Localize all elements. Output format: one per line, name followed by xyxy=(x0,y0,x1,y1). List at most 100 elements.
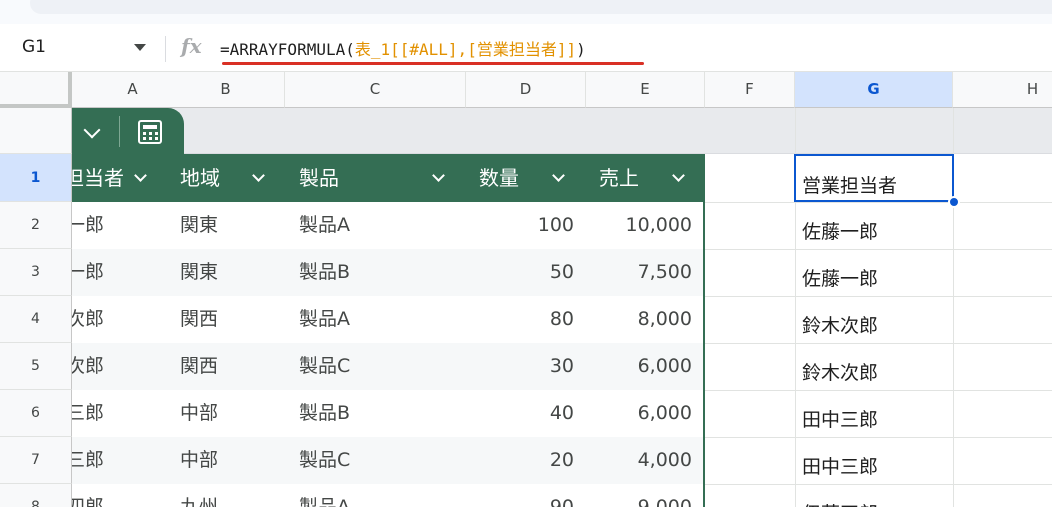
table-cell-sales[interactable]: 8,000 xyxy=(586,296,692,343)
cell-g2[interactable]: 佐藤一郎 xyxy=(796,202,953,249)
table-cell-sales-rep[interactable]: 次郎 xyxy=(72,343,104,390)
formula-divider xyxy=(165,36,166,62)
cell-g7[interactable]: 田中三郎 xyxy=(796,437,953,484)
calculator-key xyxy=(149,132,152,135)
row-header-7[interactable]: 7 xyxy=(0,437,72,484)
formula-input[interactable]: =ARRAYFORMULA(表_1[[#ALL],[営業担当者]]) xyxy=(220,36,586,60)
table-cell-sales-rep[interactable]: 四郎 xyxy=(72,484,104,507)
formula-suffix: ) xyxy=(576,40,586,59)
select-all-corner[interactable] xyxy=(0,72,72,108)
highlight-underline xyxy=(222,62,644,65)
table-cell-product[interactable]: 製品B xyxy=(299,390,350,437)
table-row: 次郎 関西 製品A 80 8,000 xyxy=(72,296,703,343)
table-control-tab xyxy=(72,108,184,155)
formula-bar: G1 fx =ARRAYFORMULA(表_1[[#ALL],[営業担当者]]) xyxy=(0,24,1052,72)
table-cell-region[interactable]: 中部 xyxy=(180,437,218,484)
table-header-region[interactable]: 地域 xyxy=(180,154,220,202)
table-cell-quantity[interactable]: 90 xyxy=(466,484,574,507)
table-cell-sales-rep[interactable]: 次郎 xyxy=(72,296,104,343)
table-cell-sales[interactable]: 9,000 xyxy=(586,484,692,507)
row-header-5[interactable]: 5 xyxy=(0,343,72,390)
name-box-ref: G1 xyxy=(22,37,46,57)
calculator-key xyxy=(143,137,146,140)
chevron-down-icon[interactable] xyxy=(252,169,265,182)
row-header-2[interactable]: 2 xyxy=(0,202,72,249)
table-row: 三郎 中部 製品C 20 4,000 xyxy=(72,437,703,484)
selected-cell-outline xyxy=(794,154,954,202)
data-table: 担当者 地域 製品 数量 売上 一郎 関東 製品A 100 10,000 一郎 … xyxy=(72,154,705,507)
calculator-key xyxy=(143,132,146,135)
tab-divider xyxy=(119,116,120,147)
row-header-8[interactable]: 8 xyxy=(0,484,72,507)
table-cell-sales-rep[interactable]: 一郎 xyxy=(72,249,104,296)
column-header-d[interactable]: D xyxy=(466,72,586,108)
column-header-f[interactable]: F xyxy=(705,72,795,108)
table-header-quantity[interactable]: 数量 xyxy=(479,154,519,202)
table-cell-region[interactable]: 関西 xyxy=(180,343,218,390)
column-header-e[interactable]: E xyxy=(586,72,705,108)
chevron-down-icon[interactable] xyxy=(672,169,685,182)
table-cell-quantity[interactable]: 80 xyxy=(466,296,574,343)
chevron-down-icon[interactable] xyxy=(432,169,445,182)
cell-g5[interactable]: 鈴木次郎 xyxy=(796,343,953,390)
cell-g8[interactable]: 伊藤四郎 xyxy=(796,484,953,507)
table-header-sales[interactable]: 売上 xyxy=(599,154,639,202)
table-cell-quantity[interactable]: 50 xyxy=(466,249,574,296)
table-cell-region[interactable]: 関東 xyxy=(180,202,218,249)
table-cell-product[interactable]: 製品A xyxy=(299,202,350,249)
formula-prefix: =ARRAYFORMULA( xyxy=(220,40,355,59)
table-cell-product[interactable]: 製品B xyxy=(299,249,350,296)
column-header-h[interactable]: H xyxy=(953,72,1052,108)
toolbar-pill xyxy=(30,0,1052,14)
column-header-c[interactable]: C xyxy=(285,72,466,108)
chevron-down-icon[interactable] xyxy=(552,169,565,182)
table-row: 四郎 九州 製品A 90 9,000 xyxy=(72,484,703,507)
table-cell-region[interactable]: 九州 xyxy=(180,484,218,507)
table-cell-sales[interactable]: 6,000 xyxy=(586,390,692,437)
chevron-down-icon[interactable] xyxy=(134,169,147,182)
calculator-key xyxy=(155,132,158,135)
row-header-3[interactable]: 3 xyxy=(0,249,72,296)
table-row: 三郎 中部 製品B 40 6,000 xyxy=(72,390,703,437)
chevron-down-icon[interactable] xyxy=(134,44,146,51)
table-cell-product[interactable]: 製品C xyxy=(299,343,350,390)
table-cell-region[interactable]: 中部 xyxy=(180,390,218,437)
table-cell-quantity[interactable]: 40 xyxy=(466,390,574,437)
row-header-blank xyxy=(0,108,72,154)
table-cell-sales[interactable]: 6,000 xyxy=(586,343,692,390)
table-row: 一郎 関東 製品B 50 7,500 xyxy=(72,249,703,296)
table-cell-sales[interactable]: 4,000 xyxy=(586,437,692,484)
row-header-4[interactable]: 4 xyxy=(0,296,72,343)
row-header-6[interactable]: 6 xyxy=(0,390,72,437)
table-header-product[interactable]: 製品 xyxy=(299,154,339,202)
table-header-sales-rep[interactable]: 担当者 xyxy=(72,154,124,202)
name-box[interactable]: G1 xyxy=(0,24,160,72)
calculator-screen xyxy=(143,125,157,129)
column-header-g[interactable]: G xyxy=(795,72,953,108)
table-cell-product[interactable]: 製品C xyxy=(299,437,350,484)
table-cell-product[interactable]: 製品A xyxy=(299,296,350,343)
table-cell-quantity[interactable]: 30 xyxy=(466,343,574,390)
table-cell-sales[interactable]: 7,500 xyxy=(586,249,692,296)
table-cell-quantity[interactable]: 100 xyxy=(466,202,574,249)
column-header-b[interactable]: B xyxy=(167,72,285,108)
table-cell-product[interactable]: 製品A xyxy=(299,484,350,507)
cell-g6[interactable]: 田中三郎 xyxy=(796,390,953,437)
table-cell-sales-rep[interactable]: 一郎 xyxy=(72,202,104,249)
formula-table-ref: 表_1[[#ALL],[営業担当者]] xyxy=(354,40,577,59)
table-toolbar-band xyxy=(72,108,1052,154)
calculator-icon[interactable] xyxy=(138,120,162,144)
row-header-1[interactable]: 1 xyxy=(0,154,72,202)
table-row: 次郎 関西 製品C 30 6,000 xyxy=(72,343,703,390)
table-cell-sales-rep[interactable]: 三郎 xyxy=(72,437,104,484)
fx-icon: fx xyxy=(181,34,202,58)
fill-handle[interactable] xyxy=(948,196,960,208)
cell-g4[interactable]: 鈴木次郎 xyxy=(796,296,953,343)
table-cell-quantity[interactable]: 20 xyxy=(466,437,574,484)
table-cell-region[interactable]: 関東 xyxy=(180,249,218,296)
table-cell-sales[interactable]: 10,000 xyxy=(586,202,692,249)
table-cell-sales-rep[interactable]: 三郎 xyxy=(72,390,104,437)
cell-g3[interactable]: 佐藤一郎 xyxy=(796,249,953,296)
table-cell-region[interactable]: 関西 xyxy=(180,296,218,343)
chevron-down-icon[interactable] xyxy=(83,121,101,139)
